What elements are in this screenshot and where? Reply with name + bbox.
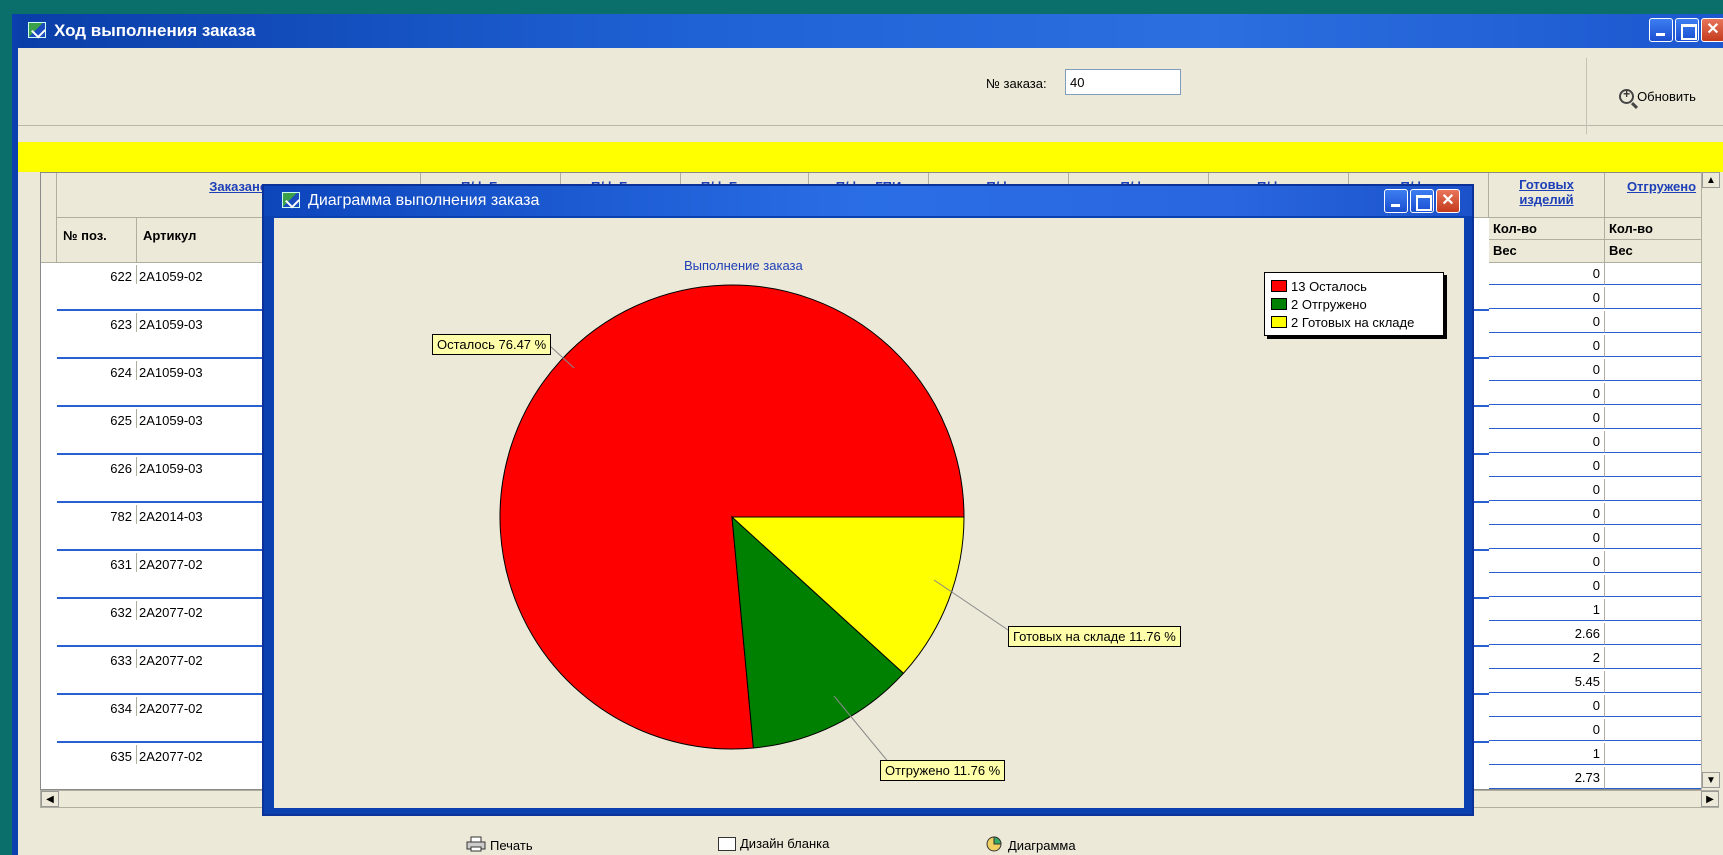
- form-design-icon: [718, 836, 736, 851]
- ready-qty-cell[interactable]: 0: [1489, 551, 1605, 573]
- main-window-title: Ход выполнения заказа: [54, 21, 256, 40]
- diagram-button[interactable]: Диаграмма: [986, 836, 1076, 855]
- position-number-cell[interactable]: 634: [57, 697, 137, 716]
- ready-qty-cell[interactable]: 1: [1489, 743, 1605, 765]
- ready-qty-cell[interactable]: 0: [1489, 407, 1605, 429]
- refresh-button-label: Обновить: [1637, 88, 1696, 104]
- header-position-no[interactable]: № поз.: [57, 218, 137, 263]
- header-ready-weight: Вес: [1489, 240, 1605, 263]
- legend-swatch-in-stock: [1271, 316, 1287, 328]
- header-finished-products[interactable]: Готовых изделий: [1489, 173, 1605, 218]
- ready-qty-cell[interactable]: 0: [1489, 359, 1605, 381]
- ready-weight-cell[interactable]: 2.66: [1489, 623, 1605, 645]
- dialog-title: Диаграмма выполнения заказа: [308, 192, 540, 209]
- legend-item-in-stock: 2 Готовых на складе: [1271, 313, 1437, 331]
- callout-in-stock: Готовых на складе 11.76 %: [1008, 626, 1181, 647]
- form-design-button-label: Дизайн бланка: [740, 836, 830, 851]
- legend-item-remaining: 13 Осталось: [1271, 277, 1437, 295]
- ready-weight-cell[interactable]: 0: [1489, 575, 1605, 597]
- form-design-button[interactable]: Дизайн бланка: [718, 836, 829, 851]
- dialog-minimize-button[interactable]: [1384, 189, 1408, 213]
- print-button-label: Печать: [490, 838, 533, 853]
- order-number-label: № заказа:: [986, 76, 1047, 91]
- legend-label-remaining: 13 Осталось: [1291, 278, 1367, 294]
- ready-qty-cell[interactable]: 1: [1489, 599, 1605, 621]
- legend-label-in-stock: 2 Готовых на складе: [1291, 314, 1415, 330]
- ready-weight-cell[interactable]: 2.73: [1489, 767, 1605, 789]
- ready-weight-cell[interactable]: 0: [1489, 431, 1605, 453]
- ready-weight-cell[interactable]: 0: [1489, 335, 1605, 357]
- legend-item-shipped: 2 Отгружено: [1271, 295, 1437, 313]
- close-button[interactable]: ✕: [1701, 18, 1723, 42]
- ready-qty-cell[interactable]: 0: [1489, 695, 1605, 717]
- position-number-cell[interactable]: 625: [57, 409, 137, 428]
- scroll-down-arrow[interactable]: ▼: [1702, 772, 1720, 788]
- position-number-cell[interactable]: 633: [57, 649, 137, 668]
- position-number-cell[interactable]: 632: [57, 601, 137, 620]
- order-chart-dialog: Диаграмма выполнения заказа ✕ Выполнение…: [262, 184, 1474, 816]
- scroll-up-arrow[interactable]: ▲: [1702, 172, 1720, 188]
- position-number-cell[interactable]: 631: [57, 553, 137, 572]
- diagram-icon: [986, 836, 1004, 855]
- ready-qty-cell[interactable]: 0: [1489, 311, 1605, 333]
- dialog-maximize-button[interactable]: [1410, 189, 1434, 213]
- chart-legend: 13 Осталось 2 Отгружено 2 Готовых на скл…: [1264, 272, 1444, 336]
- position-number-cell[interactable]: 624: [57, 361, 137, 380]
- legend-swatch-shipped: [1271, 298, 1287, 310]
- scroll-left-arrow[interactable]: ◀: [41, 791, 59, 807]
- printer-icon: [466, 836, 486, 855]
- dialog-title-bar[interactable]: Диаграмма выполнения заказа ✕: [264, 186, 1472, 216]
- position-number-cell[interactable]: 626: [57, 457, 137, 476]
- ready-weight-cell[interactable]: 5.45: [1489, 671, 1605, 693]
- legend-label-shipped: 2 Отгружено: [1291, 296, 1367, 312]
- ready-weight-cell[interactable]: 0: [1489, 719, 1605, 741]
- refresh-button[interactable]: Обновить: [1586, 58, 1723, 134]
- ready-weight-cell[interactable]: 0: [1489, 479, 1605, 501]
- ready-qty-cell[interactable]: 2: [1489, 647, 1605, 669]
- row-header-gutter: [41, 173, 57, 263]
- position-number-cell[interactable]: 782: [57, 505, 137, 524]
- dialog-app-icon: [282, 192, 300, 208]
- app-icon: [28, 22, 46, 38]
- ready-weight-cell[interactable]: 0: [1489, 527, 1605, 549]
- status-bar-yellow: [18, 142, 1723, 172]
- dialog-close-button[interactable]: ✕: [1436, 189, 1460, 213]
- callout-shipped: Отгружено 11.76 %: [880, 760, 1006, 781]
- ready-weight-cell[interactable]: 0: [1489, 383, 1605, 405]
- position-number-cell[interactable]: 635: [57, 745, 137, 764]
- ready-qty-cell[interactable]: 0: [1489, 263, 1605, 285]
- position-number-cell[interactable]: 623: [57, 313, 137, 332]
- chart-panel: Выполнение заказа 13 Осталось 2 Отгружен…: [274, 218, 1464, 808]
- diagram-button-label: Диаграмма: [1008, 838, 1076, 853]
- zoom-in-icon: [1619, 87, 1635, 104]
- ready-qty-cell[interactable]: 0: [1489, 455, 1605, 477]
- minimize-button[interactable]: [1649, 18, 1673, 42]
- position-number-cell[interactable]: 622: [57, 265, 137, 284]
- ready-weight-cell[interactable]: 0: [1489, 287, 1605, 309]
- maximize-button[interactable]: [1675, 18, 1699, 42]
- main-title-bar[interactable]: Ход выполнения заказа ✕: [18, 14, 1723, 48]
- order-number-input[interactable]: [1065, 69, 1181, 95]
- scroll-right-arrow[interactable]: ▶: [1701, 791, 1719, 807]
- header-ready-qty: Кол-во: [1489, 218, 1605, 240]
- print-button[interactable]: Печать: [466, 836, 533, 855]
- vertical-scrollbar[interactable]: ▲ ▼: [1701, 172, 1720, 790]
- legend-swatch-remaining: [1271, 280, 1287, 292]
- callout-remaining: Осталось 76.47 %: [432, 334, 552, 355]
- ready-qty-cell[interactable]: 0: [1489, 503, 1605, 525]
- toolbar-area: [18, 48, 1723, 126]
